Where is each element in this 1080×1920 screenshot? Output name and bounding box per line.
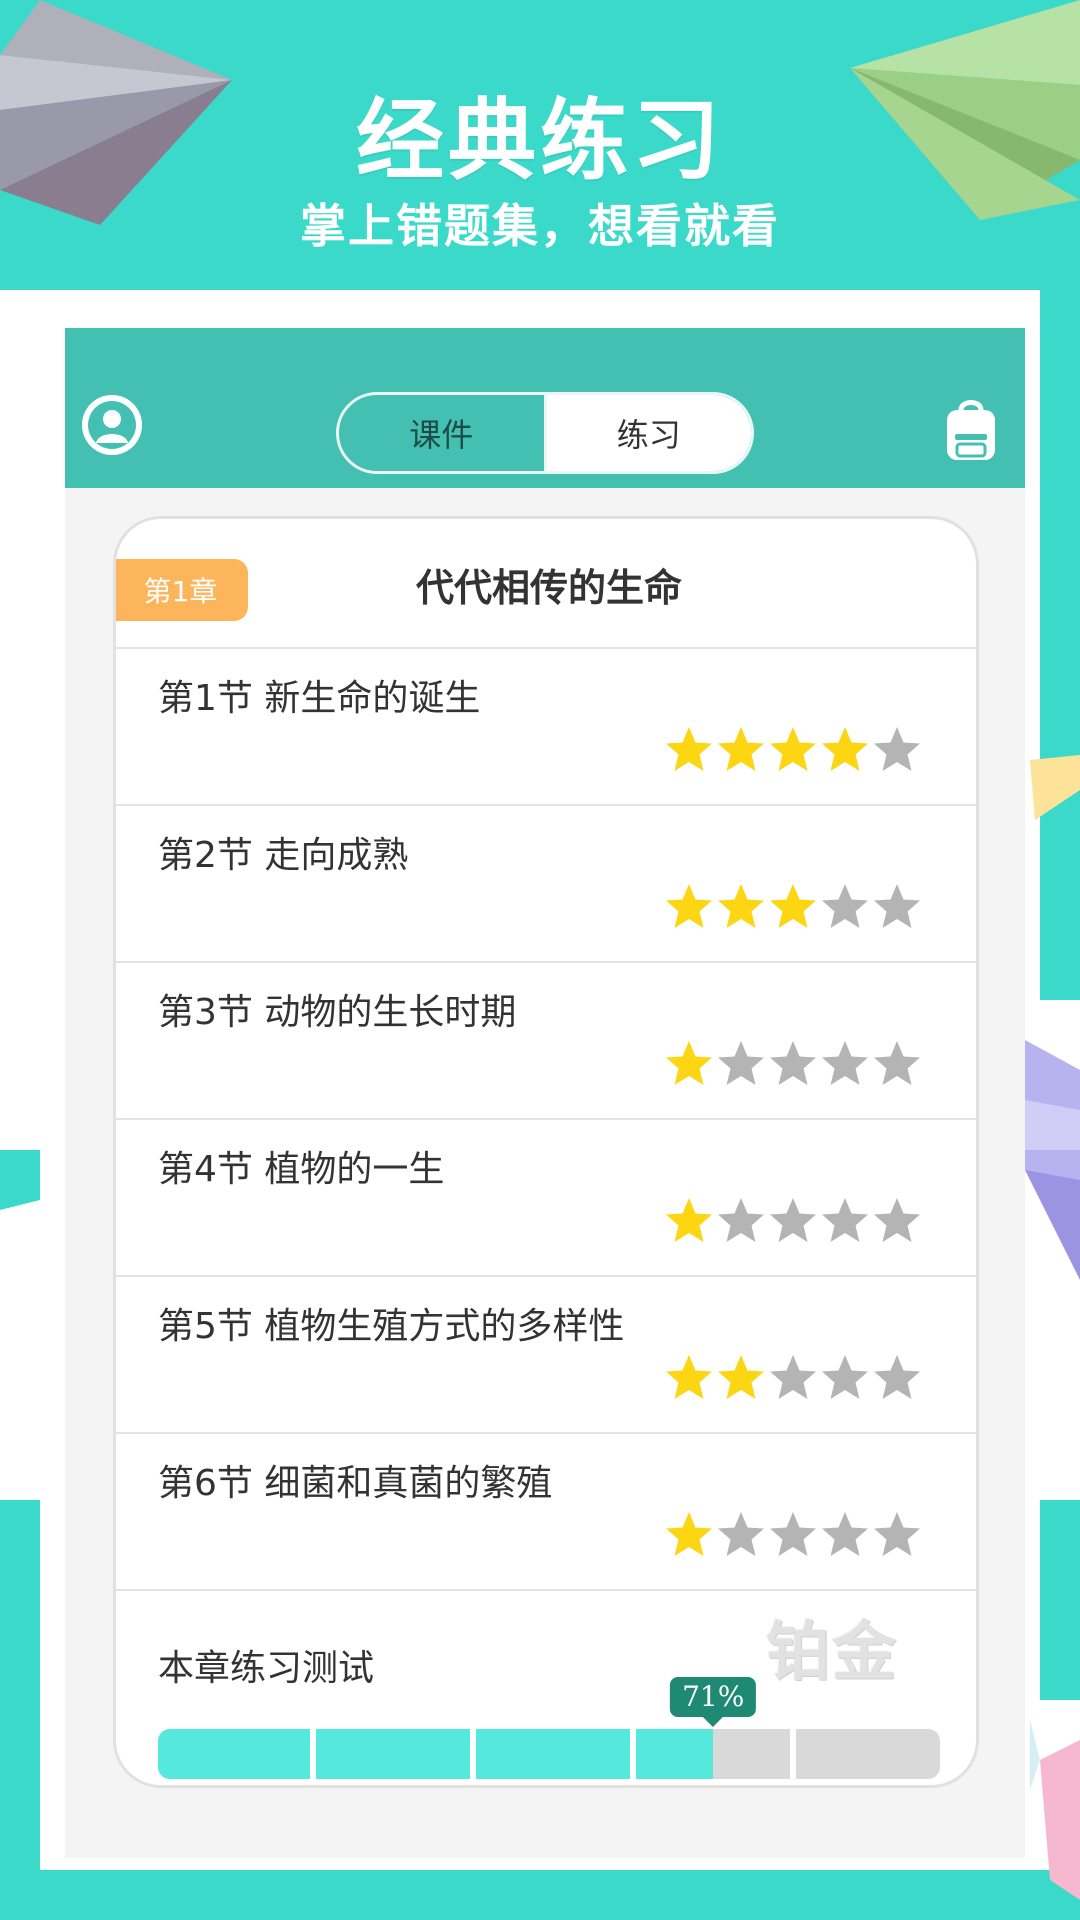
star-filled-icon (718, 884, 764, 928)
star-filled-icon (666, 1198, 712, 1242)
section-item[interactable]: 第3节 动物的生长时期 (116, 963, 976, 1120)
section-item[interactable]: 第1节 新生命的诞生 (116, 649, 976, 806)
user-avatar-icon[interactable] (82, 395, 142, 455)
section-item[interactable]: 第5节 植物生殖方式的多样性 (116, 1277, 976, 1434)
star-filled-icon (822, 727, 868, 771)
section-title: 第2节 走向成熟 (158, 835, 409, 876)
tab-switcher: 课件 练习 (336, 392, 754, 474)
section-list: 第1节 新生命的诞生 第2节 走向成熟 第3节 动物的生长时期 第4节 植物的一… (116, 649, 976, 1591)
chapter-header: 第1章 代代相传的生命 (116, 519, 976, 649)
chapter-card: 第1章 代代相传的生命 第1节 新生命的诞生 第2节 走向成熟 第3节 动物的生… (113, 516, 979, 1788)
star-rating (664, 725, 924, 775)
star-empty-icon (822, 1512, 868, 1556)
progress-divider (310, 1729, 316, 1779)
promo-subtitle: 掌上错题集，想看就看 (300, 199, 780, 253)
star-rating (664, 1510, 924, 1560)
star-empty-icon (874, 1041, 920, 1085)
platinum-medal-label: 铂金 (766, 1616, 898, 1690)
progress-track (158, 1729, 940, 1779)
star-filled-icon (666, 1041, 712, 1085)
app-header: 课件 练习 (65, 328, 1025, 488)
star-filled-icon (770, 727, 816, 771)
tab-practice[interactable]: 练习 (546, 395, 751, 471)
phone-screen: 课件 练习 第1章 代代相传的生命 第1节 新生命的诞生 第2节 走向成熟 第3… (65, 328, 1025, 1858)
star-empty-icon (874, 1198, 920, 1242)
section-item[interactable]: 第4节 植物的一生 (116, 1120, 976, 1277)
progress-divider (470, 1729, 476, 1779)
star-filled-icon (666, 884, 712, 928)
star-empty-icon (874, 727, 920, 771)
star-empty-icon (822, 1041, 868, 1085)
star-empty-icon (822, 884, 868, 928)
star-empty-icon (770, 1355, 816, 1399)
star-empty-icon (718, 1198, 764, 1242)
star-empty-icon (770, 1198, 816, 1242)
star-filled-icon (770, 884, 816, 928)
star-filled-icon (666, 1355, 712, 1399)
star-rating (664, 882, 924, 932)
section-item[interactable]: 第2节 走向成熟 (116, 806, 976, 963)
chapter-test[interactable]: 本章练习测试 铂金 71% (116, 1591, 976, 1785)
test-progress: 71% (158, 1677, 940, 1779)
star-filled-icon (666, 1512, 712, 1556)
backpack-icon[interactable] (943, 396, 999, 462)
star-empty-icon (718, 1512, 764, 1556)
promo-title: 经典练习 (355, 89, 724, 192)
chapter-test-label: 本章练习测试 (158, 1648, 375, 1689)
progress-tooltip: 71% (670, 1677, 757, 1727)
progress-divider (630, 1729, 636, 1779)
section-title: 第4节 植物的一生 (158, 1149, 445, 1190)
star-filled-icon (718, 727, 764, 771)
star-rating (664, 1353, 924, 1403)
chapter-title: 代代相传的生命 (415, 566, 682, 610)
star-filled-icon (666, 727, 712, 771)
tab-courseware[interactable]: 课件 (339, 395, 547, 471)
star-empty-icon (874, 1355, 920, 1399)
star-empty-icon (822, 1355, 868, 1399)
section-title: 第5节 植物生殖方式的多样性 (158, 1306, 625, 1347)
section-title: 第6节 细菌和真菌的繁殖 (158, 1463, 553, 1504)
star-empty-icon (770, 1041, 816, 1085)
star-empty-icon (718, 1041, 764, 1085)
progress-divider (790, 1729, 796, 1779)
section-title: 第1节 新生命的诞生 (158, 678, 481, 719)
star-empty-icon (770, 1512, 816, 1556)
star-rating (664, 1196, 924, 1246)
star-empty-icon (822, 1198, 868, 1242)
star-filled-icon (718, 1355, 764, 1399)
section-item[interactable]: 第6节 细菌和真菌的繁殖 (116, 1434, 976, 1591)
star-empty-icon (874, 1512, 920, 1556)
section-title: 第3节 动物的生长时期 (158, 992, 517, 1033)
star-rating (664, 1039, 924, 1089)
star-empty-icon (874, 884, 920, 928)
